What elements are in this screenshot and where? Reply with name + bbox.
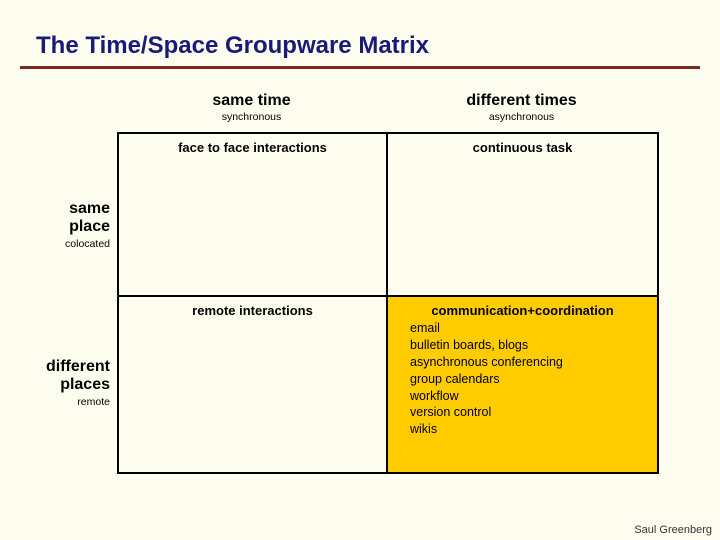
col-header-label: same time <box>117 92 386 110</box>
list-item: email <box>410 320 649 337</box>
row-header-sublabel: colocated <box>0 238 110 250</box>
col-header-sublabel: synchronous <box>117 111 386 123</box>
list-item: wikis <box>410 421 649 438</box>
col-header-different-times: different times asynchronous <box>386 92 657 123</box>
row-header-label-line: different <box>0 358 110 376</box>
row-header-label-line: place <box>0 218 110 236</box>
cell-heading: communication+coordination <box>396 303 649 318</box>
row-header-same-place: same place colocated <box>0 200 110 250</box>
row-header-sublabel: remote <box>0 396 110 408</box>
cell-item-list: email bulletin boards, blogs asynchronou… <box>410 320 649 438</box>
list-item: group calendars <box>410 371 649 388</box>
cell-continuous-task: continuous task <box>387 133 658 296</box>
list-item: asynchronous conferencing <box>410 354 649 371</box>
row-header-different-places: different places remote <box>0 358 110 408</box>
list-item: workflow <box>410 388 649 405</box>
title-underline <box>20 66 700 69</box>
col-header-sublabel: asynchronous <box>386 111 657 123</box>
col-header-same-time: same time synchronous <box>117 92 386 123</box>
list-item: version control <box>410 404 649 421</box>
cell-communication-coordination: communication+coordination email bulleti… <box>387 296 658 473</box>
row-header-label-line: places <box>0 376 110 394</box>
cell-heading: continuous task <box>396 140 649 155</box>
col-header-label: different times <box>386 92 657 110</box>
column-headers-row: same time synchronous different times as… <box>0 92 720 123</box>
credit-text: Saul Greenberg <box>634 524 712 536</box>
cell-heading: face to face interactions <box>127 140 378 155</box>
list-item: bulletin boards, blogs <box>410 337 649 354</box>
row-header-label-line: same <box>0 200 110 218</box>
cell-remote-interactions: remote interactions <box>118 296 387 473</box>
cell-face-to-face: face to face interactions <box>118 133 387 296</box>
groupware-matrix: face to face interactions continuous tas… <box>117 132 659 474</box>
cell-heading: remote interactions <box>127 303 378 318</box>
slide-title: The Time/Space Groupware Matrix <box>0 0 720 66</box>
